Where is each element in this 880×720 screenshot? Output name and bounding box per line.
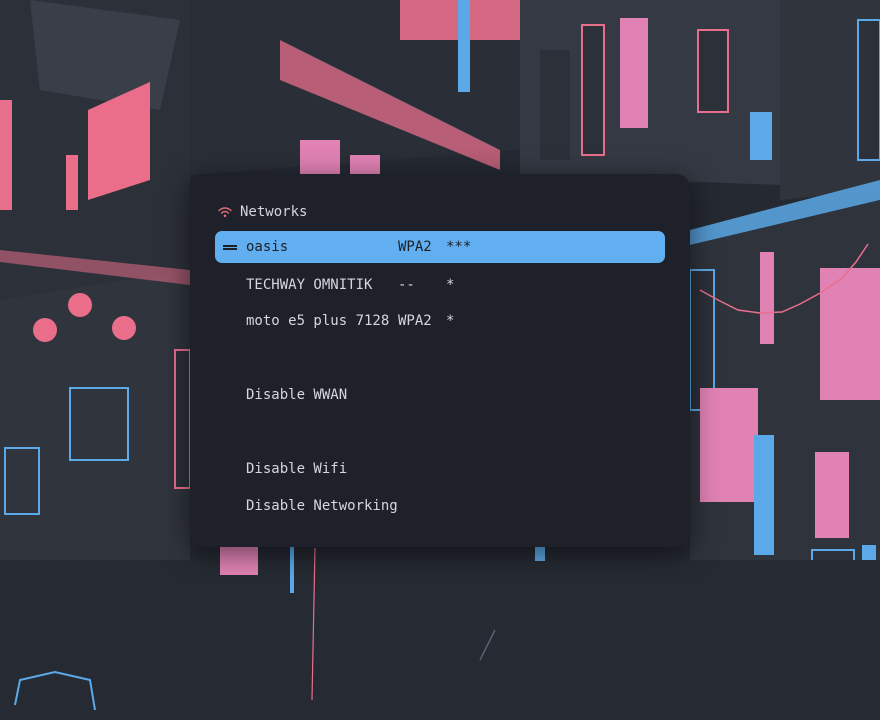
disable-wifi-action[interactable]: Disable Wifi [215,453,665,485]
network-entry-moto-e5-plus[interactable]: moto e5 plus 7128 WPA2 * [215,305,665,337]
network-security: WPA2 [398,313,432,329]
network-menu-window: Networks oasis WPA2 *** TECHWAY OMNITIK … [190,174,690,547]
network-entry-techway-omnitik[interactable]: TECHWAY OMNITIK -- * [215,269,665,301]
network-ssid: TECHWAY OMNITIK [246,277,373,293]
network-security: WPA2 [398,239,432,255]
selection-marker-icon [223,245,237,250]
action-label: Disable Wifi [246,461,348,477]
network-ssid: oasis [246,239,289,255]
network-signal: * [446,277,455,293]
disable-wwan-action[interactable]: Disable WWAN [215,379,665,411]
prompt-bar: Networks [218,204,307,220]
network-entry-oasis[interactable]: oasis WPA2 *** [215,231,665,263]
network-signal: *** [446,239,472,255]
prompt-label: Networks [240,204,308,220]
network-ssid: moto e5 plus 7128 [246,313,390,329]
network-security: -- [398,277,415,293]
disable-networking-action[interactable]: Disable Networking [215,490,665,522]
action-label: Disable WWAN [246,387,348,403]
network-signal: * [446,313,455,329]
wifi-icon [218,207,232,218]
action-label: Disable Networking [246,498,398,514]
